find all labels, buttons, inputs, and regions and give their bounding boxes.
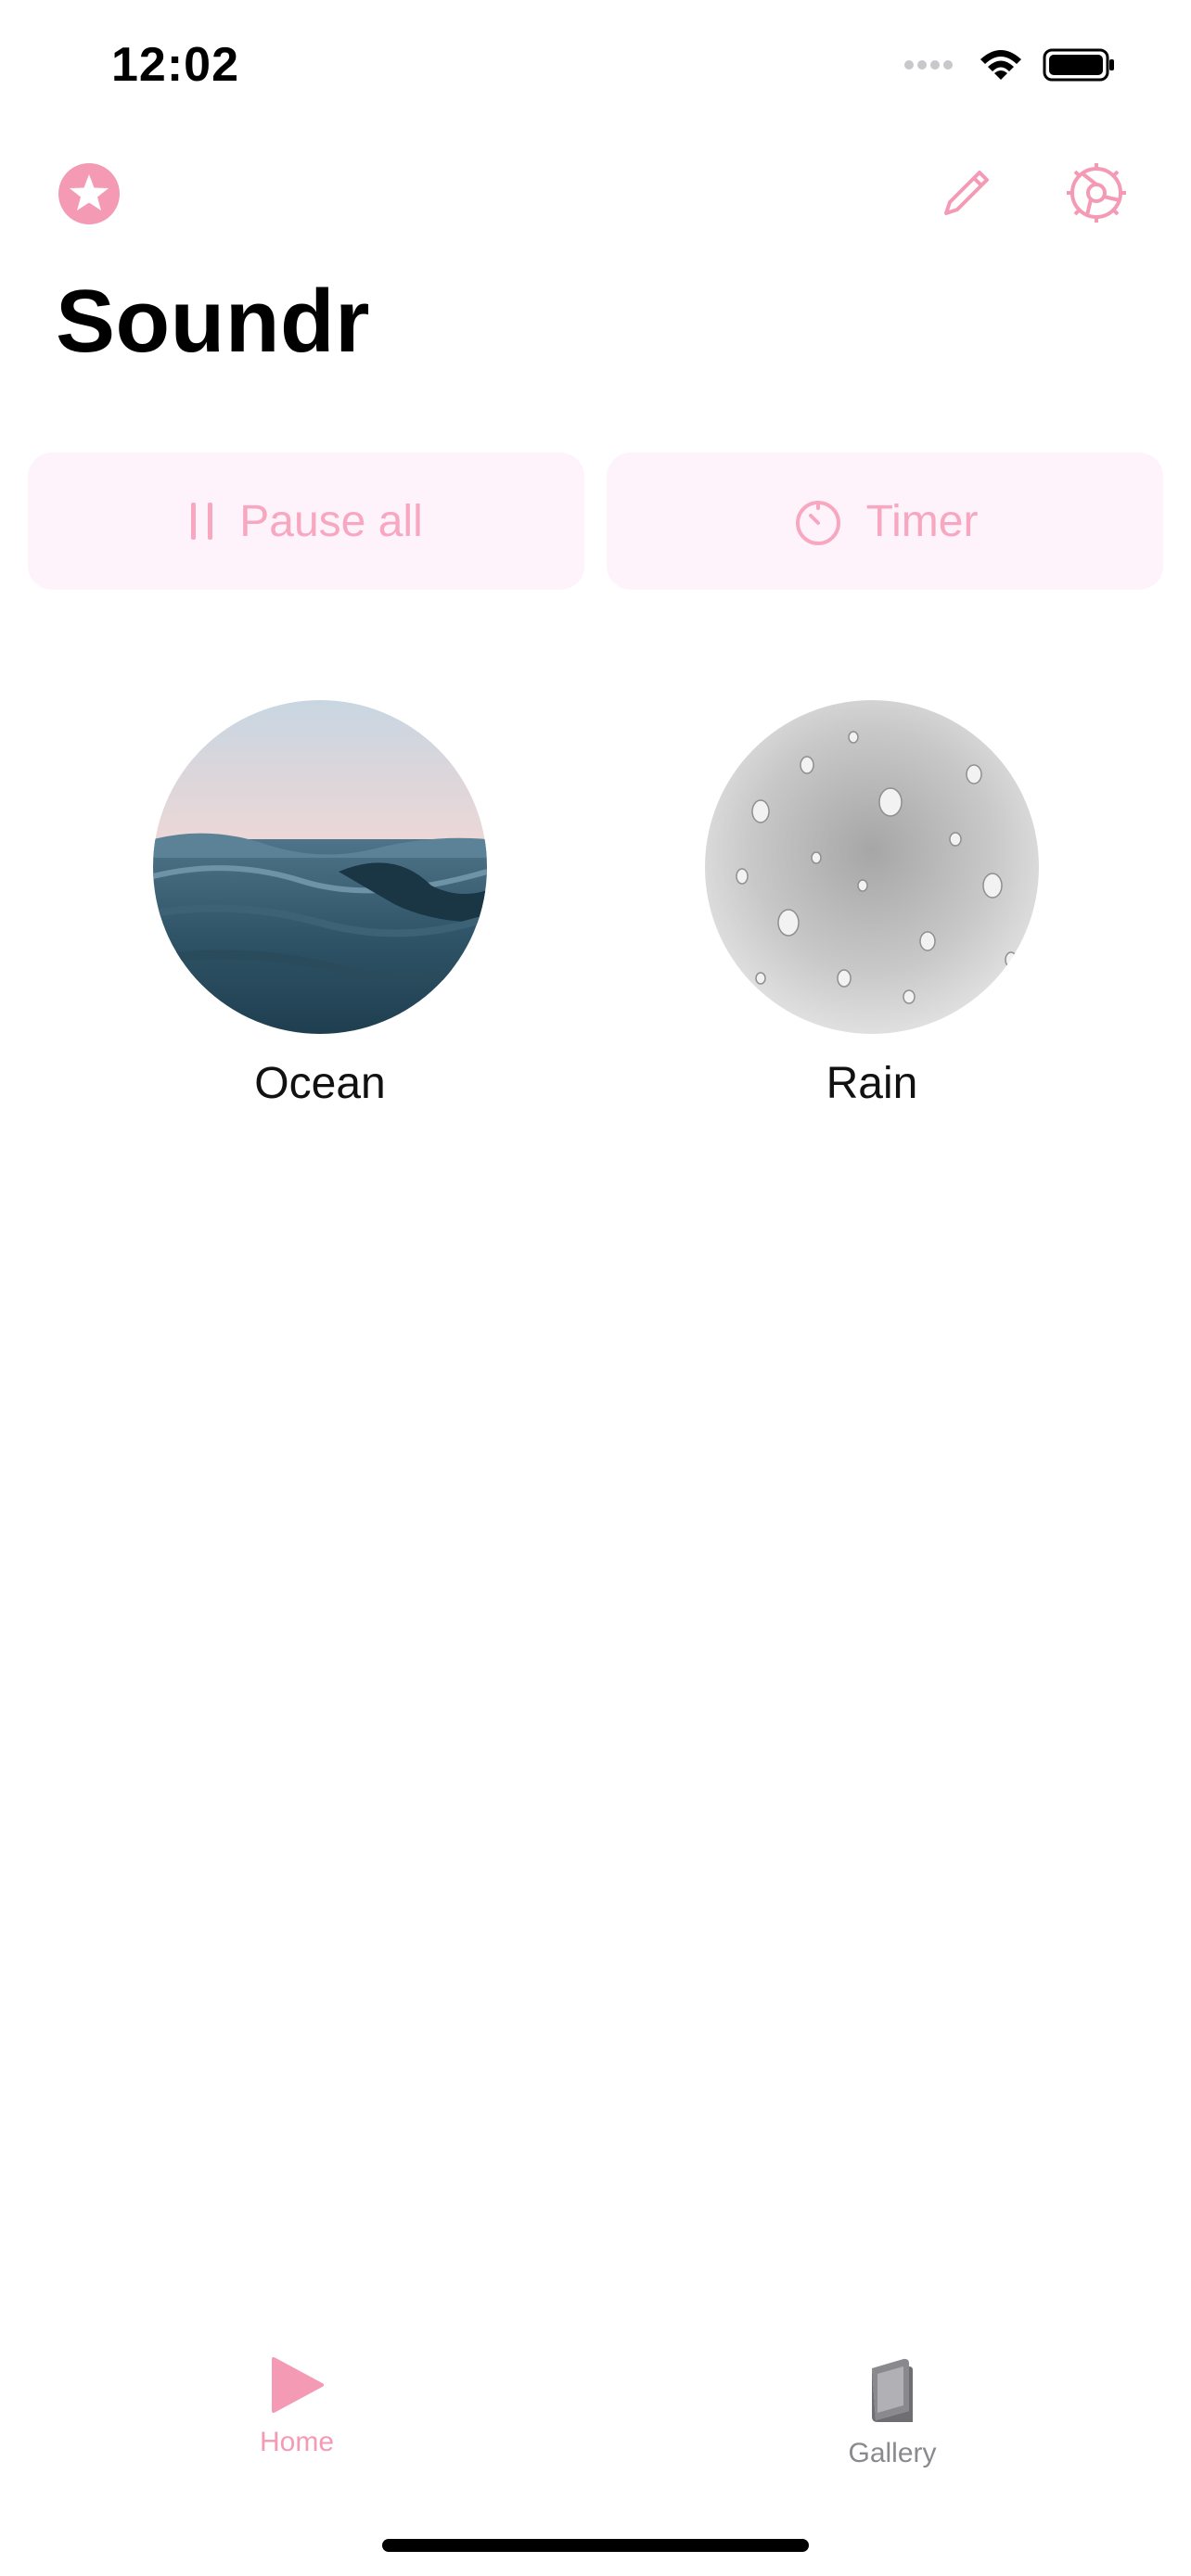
- home-indicator: [382, 2539, 809, 2552]
- settings-button[interactable]: [1063, 159, 1130, 226]
- sound-label: Ocean: [254, 1059, 386, 1108]
- timer-icon: [795, 501, 840, 545]
- pause-icon: [191, 503, 213, 540]
- gear-icon: [1067, 163, 1126, 223]
- status-bar: 12:02: [0, 0, 1191, 139]
- premium-button[interactable]: [58, 162, 121, 225]
- status-icons: [903, 46, 1117, 83]
- star-badge-icon: [58, 163, 120, 224]
- tab-home[interactable]: Home: [176, 2355, 417, 2458]
- rain-thumbnail: [705, 700, 1039, 1034]
- status-time: 12:02: [111, 38, 239, 92]
- tab-gallery[interactable]: Gallery: [772, 2355, 1013, 2469]
- pause-all-button[interactable]: Pause all: [28, 453, 584, 590]
- timer-label: Timer: [865, 496, 979, 546]
- page-title: Soundr: [56, 272, 370, 371]
- pause-all-label: Pause all: [239, 496, 423, 546]
- signal-dots-icon: [904, 60, 953, 70]
- book-icon: [872, 2358, 913, 2422]
- play-icon: [272, 2357, 324, 2413]
- sound-label: Rain: [826, 1059, 918, 1108]
- tab-home-label: Home: [259, 2427, 335, 2457]
- tab-gallery-label: Gallery: [848, 2438, 937, 2468]
- wifi-icon: [980, 50, 1021, 80]
- sound-rain[interactable]: Rain: [705, 700, 1039, 1109]
- pencil-icon: [944, 171, 989, 215]
- edit-button[interactable]: [937, 165, 994, 223]
- timer-button[interactable]: Timer: [607, 453, 1163, 590]
- sound-ocean[interactable]: Ocean: [153, 700, 487, 1109]
- ocean-thumbnail: [153, 700, 487, 1034]
- battery-icon: [1043, 48, 1114, 82]
